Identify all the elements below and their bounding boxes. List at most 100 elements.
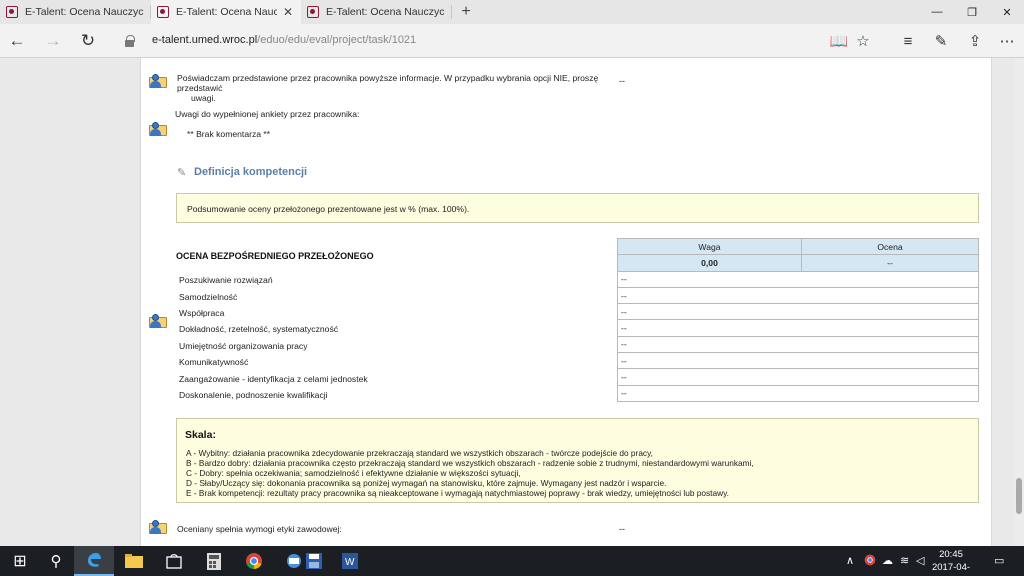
scrollbar-thumb[interactable] bbox=[1016, 478, 1022, 514]
close-window-button[interactable]: ✕ bbox=[990, 0, 1024, 24]
grid-total-row: 0,00 -- bbox=[617, 254, 979, 272]
tab-title: E-Talent: Ocena Nauczycieli bbox=[25, 6, 144, 18]
confirmation-text-line2: uwagi. bbox=[191, 93, 216, 103]
url-field[interactable]: e-talent.umed.wroc.pl/eduo/edu/eval/proj… bbox=[152, 34, 416, 46]
ethics-value: -- bbox=[619, 524, 625, 534]
scale-line: C - Dobry: spełnia oczekiwania; samodzie… bbox=[186, 468, 521, 478]
confirmation-text-line1: Poświadczam przedstawione przez pracowni… bbox=[177, 73, 599, 93]
competency-grid: Waga Ocena 0,00 -- -- -- -- -- -- -- -- … bbox=[617, 237, 979, 402]
confirmation-value: -- bbox=[619, 76, 625, 86]
employee-card-icon bbox=[149, 520, 167, 534]
tab-1[interactable]: E-Talent: Ocena Nauczycieli bbox=[0, 0, 150, 24]
new-tab-button[interactable]: + bbox=[452, 0, 480, 24]
reading-view-icon[interactable]: 📖 bbox=[828, 30, 850, 52]
table-row: -- bbox=[617, 352, 979, 370]
chrome-icon[interactable] bbox=[234, 546, 274, 576]
tab-2-active[interactable]: E-Talent: Ocena Nauczy ✕ bbox=[151, 0, 301, 24]
criterion-label: Doskonalenie, podnoszenie kwalifikacji bbox=[179, 390, 328, 400]
employee-card-icon bbox=[149, 74, 167, 88]
minimize-button[interactable]: — bbox=[920, 0, 954, 24]
close-tab-icon[interactable]: ✕ bbox=[281, 5, 295, 19]
criterion-value: -- bbox=[617, 352, 979, 370]
ethics-label: Oceniany spełnia wymogi etyki zawodowej: bbox=[177, 524, 342, 534]
page-scrollbar[interactable] bbox=[1014, 58, 1024, 546]
weight-header: Waga bbox=[617, 237, 802, 256]
cloud-tray-icon[interactable]: ☁ bbox=[882, 554, 893, 567]
confirmation-text: Poświadczam przedstawione przez pracowni… bbox=[177, 73, 617, 103]
start-button[interactable]: ⊞ bbox=[0, 546, 40, 576]
address-bar-row: ← → ↻ e-talent.umed.wroc.pl/eduo/edu/eva… bbox=[0, 24, 1024, 58]
back-button[interactable]: ← bbox=[5, 29, 29, 53]
rating-header: Ocena bbox=[801, 237, 979, 256]
criterion-value: -- bbox=[617, 303, 979, 321]
weight-total: 0,00 bbox=[617, 254, 802, 272]
clock-date: 2017-04-02 bbox=[931, 562, 971, 576]
web-note-icon[interactable]: ✎ bbox=[930, 30, 952, 52]
remarks-label: Uwagi do wypełnionej ankiety przez praco… bbox=[175, 109, 360, 119]
criterion-value: -- bbox=[617, 368, 979, 386]
taskbar-clock[interactable]: 20:45 2017-04-02 bbox=[928, 548, 974, 576]
criterion-value: -- bbox=[617, 335, 979, 354]
remarks-value: ** Brak komentarza ** bbox=[187, 129, 271, 139]
etalent-favicon-icon bbox=[307, 6, 319, 18]
criterion-value: -- bbox=[617, 319, 979, 337]
svg-text:W: W bbox=[345, 557, 355, 568]
criterion-value: -- bbox=[617, 384, 979, 402]
lock-icon bbox=[125, 35, 135, 47]
table-row: -- bbox=[617, 368, 979, 386]
employee-card-icon bbox=[149, 314, 167, 328]
notification-icon[interactable]: ▭ bbox=[994, 554, 1004, 567]
tab-title: E-Talent: Ocena Nauczy bbox=[176, 6, 277, 18]
criterion-value: -- bbox=[617, 270, 979, 288]
criterion-label: Dokładność, rzetelność, systematyczność bbox=[179, 324, 339, 334]
scale-title: Skala: bbox=[185, 429, 216, 441]
grid-header-row: Waga Ocena bbox=[617, 237, 979, 256]
more-icon[interactable]: ⋯ bbox=[996, 30, 1018, 52]
edge-browser-icon[interactable] bbox=[74, 546, 114, 576]
scale-line: B - Bardzo dobry: działania pracownika c… bbox=[186, 458, 754, 468]
table-row: -- bbox=[617, 335, 979, 354]
hub-icon[interactable]: ≡ bbox=[897, 30, 919, 52]
forward-button[interactable]: → bbox=[41, 29, 65, 53]
calculator-icon[interactable] bbox=[194, 546, 234, 576]
tab-bar: E-Talent: Ocena Nauczycieli E-Talent: Oc… bbox=[0, 0, 1024, 24]
favorite-star-icon[interactable]: ☆ bbox=[852, 30, 874, 52]
criterion-label: Samodzielność bbox=[179, 292, 238, 302]
search-icon[interactable]: ⚲ bbox=[36, 546, 76, 576]
employee-card-icon bbox=[149, 122, 167, 136]
tab-3[interactable]: E-Talent: Ocena Nauczycieli bbox=[301, 0, 451, 24]
summary-note: Podsumowanie oceny przełożonego prezento… bbox=[187, 204, 470, 214]
table-row: -- bbox=[617, 270, 979, 288]
url-host: e-talent.umed.wroc.pl bbox=[152, 34, 258, 46]
table-row: -- bbox=[617, 319, 979, 337]
save-disk-icon[interactable] bbox=[294, 546, 334, 576]
etalent-favicon-icon bbox=[6, 6, 18, 18]
scale-line: D - Słaby/Uczący się: dokonania pracowni… bbox=[186, 478, 667, 488]
criterion-label: Zaangażowanie - identyfikacja z celami j… bbox=[179, 374, 368, 384]
share-icon[interactable]: ⇪ bbox=[964, 30, 986, 52]
wifi-icon[interactable]: ≋ bbox=[900, 554, 909, 567]
url-path: /eduo/edu/eval/project/task/1021 bbox=[257, 34, 417, 46]
supervisor-heading: OCENA BEZPOŚREDNIEGO PRZEŁOŻONEGO bbox=[176, 251, 374, 261]
tab-title: E-Talent: Ocena Nauczycieli bbox=[326, 6, 445, 18]
criterion-label: Współpraca bbox=[179, 308, 225, 318]
volume-icon[interactable]: ◁ bbox=[916, 554, 924, 567]
pencil-icon: ✎ bbox=[177, 167, 187, 179]
file-explorer-icon[interactable] bbox=[114, 546, 154, 576]
taskbar: ⊞ ⚲ W ∧ ☁ ≋ ◁ 20:45 2017-04-02 ▭ bbox=[0, 546, 1024, 576]
chrome-tray-icon[interactable] bbox=[864, 554, 876, 569]
word-document-icon[interactable]: W bbox=[330, 546, 370, 576]
restore-button[interactable]: ❐ bbox=[955, 0, 989, 24]
criterion-label: Poszukiwanie rozwiązań bbox=[179, 275, 273, 285]
criterion-label: Komunikatywność bbox=[179, 357, 249, 367]
etalent-favicon-icon bbox=[157, 6, 169, 18]
section-title: Definicja kompetencji bbox=[194, 166, 308, 178]
criterion-label: Umiejętność organizowania pracy bbox=[179, 341, 308, 351]
store-icon[interactable] bbox=[154, 546, 194, 576]
scale-line: A - Wybitny: działania pracownika zdecyd… bbox=[186, 448, 653, 458]
page-viewport: Poświadczam przedstawione przez pracowni… bbox=[0, 58, 1024, 546]
tray-overflow-icon[interactable]: ∧ bbox=[846, 554, 854, 567]
refresh-button[interactable]: ↻ bbox=[76, 29, 100, 53]
table-row: -- bbox=[617, 384, 979, 402]
rating-total: -- bbox=[801, 254, 979, 272]
